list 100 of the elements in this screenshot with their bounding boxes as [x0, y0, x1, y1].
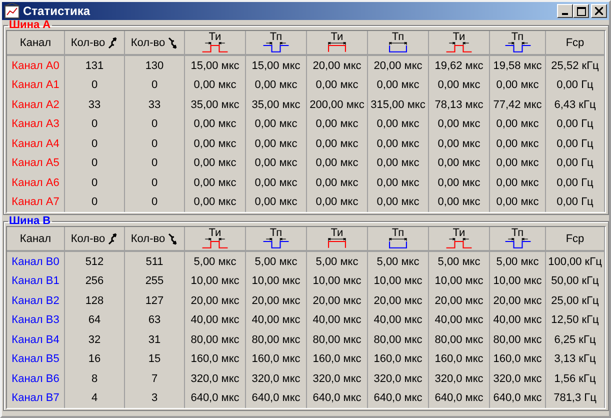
table-cell: 0,00 Гц: [546, 134, 605, 154]
table-cell: 0,00 мкс: [490, 134, 546, 154]
column-header[interactable]: Ти: [429, 31, 490, 56]
table-cell: 0,00 мкс: [246, 154, 307, 173]
table-cell: 0,00 мкс: [185, 114, 246, 134]
channel-name: Канал А0: [7, 56, 65, 76]
column-header[interactable]: Кол-во: [125, 31, 185, 56]
table-cell: 3,13 кГц: [546, 350, 605, 369]
table-cell: 10,00 мкс: [490, 272, 546, 291]
column-header[interactable]: Кол-во: [125, 227, 185, 252]
table-cell: 127: [125, 291, 185, 310]
table-cell: 20,00 мкс: [307, 56, 368, 76]
table-cell: 80,00 мкс: [368, 330, 429, 350]
table-cell: 15,00 мкс: [246, 56, 307, 76]
table-cell: 0,00 мкс: [429, 134, 490, 154]
column-header[interactable]: Ти: [307, 227, 368, 252]
table-cell: 0: [65, 134, 125, 154]
table-cell: 40,00 мкс: [246, 310, 307, 330]
column-header[interactable]: Ти: [185, 31, 246, 56]
table-cell: 640,0 мкс: [429, 388, 490, 408]
table-cell: 5,00 мкс: [429, 252, 490, 272]
table-cell: 320,0 мкс: [368, 369, 429, 388]
table-cell: 0,00 мкс: [307, 154, 368, 173]
table-cell: 35,00 мкс: [246, 95, 307, 114]
table-cell: 0,00 мкс: [246, 173, 307, 192]
table-cell: 35,00 мкс: [185, 95, 246, 114]
table-cell: 320,0 мкс: [307, 369, 368, 388]
table-cell: 320,0 мкс: [185, 369, 246, 388]
table-cell: 5,00 мкс: [368, 252, 429, 272]
table-cell: 20,00 мкс: [368, 291, 429, 310]
table-cell: 40,00 мкс: [429, 310, 490, 330]
chart-icon: [4, 3, 20, 19]
column-header[interactable]: Тп: [490, 31, 546, 56]
column-header[interactable]: Канал: [7, 31, 65, 56]
channel-name: Канал В6: [7, 369, 65, 388]
column-header[interactable]: Ти: [429, 227, 490, 252]
table-cell: 10,00 мкс: [429, 272, 490, 291]
channel-name: Канал А3: [7, 114, 65, 134]
table-cell: 0,00 мкс: [429, 154, 490, 173]
channel-name: Канал В5: [7, 350, 65, 369]
table-cell: 0,00 мкс: [429, 173, 490, 192]
table-cell: 0: [65, 192, 125, 212]
table-cell: 20,00 мкс: [307, 291, 368, 310]
table-cell: 640,0 мкс: [490, 388, 546, 408]
channel-name: Канал В7: [7, 388, 65, 408]
table-cell: 0: [65, 173, 125, 192]
table-cell: 640,0 мкс: [185, 388, 246, 408]
column-header[interactable]: Тп: [490, 227, 546, 252]
table-cell: 50,00 кГц: [546, 272, 605, 291]
table-cell: 0,00 мкс: [429, 114, 490, 134]
column-header[interactable]: Ти: [307, 31, 368, 56]
table-cell: 8: [65, 369, 125, 388]
column-header[interactable]: Канал: [7, 227, 65, 252]
column-header[interactable]: Тп: [368, 31, 429, 56]
group-title: Шина А: [8, 20, 52, 30]
column-header[interactable]: Кол-во: [65, 31, 125, 56]
table-cell: 0,00 мкс: [368, 192, 429, 212]
table-cell: 0,00 мкс: [307, 173, 368, 192]
table-cell: 0,00 Гц: [546, 173, 605, 192]
table-cell: 33: [65, 95, 125, 114]
table-cell: 0,00 мкс: [368, 154, 429, 173]
table-cell: 0: [125, 192, 185, 212]
minimize-button[interactable]: [557, 4, 573, 18]
close-icon: [595, 7, 603, 15]
rising-edge-icon: [108, 36, 118, 48]
column-header[interactable]: Тп: [368, 227, 429, 252]
table-cell: 40,00 мкс: [368, 310, 429, 330]
table-cell: 255: [125, 272, 185, 291]
column-header[interactable]: Fср: [546, 227, 605, 252]
table-cell: 0,00 мкс: [490, 192, 546, 212]
group-title: Шина В: [8, 216, 52, 226]
table-cell: 0,00 мкс: [185, 76, 246, 95]
column-header[interactable]: Кол-во: [65, 227, 125, 252]
column-header[interactable]: Тп: [246, 31, 307, 56]
table-cell: 130: [125, 56, 185, 76]
table-cell: 131: [65, 56, 125, 76]
table-cell: 80,00 мкс: [429, 330, 490, 350]
table-cell: 0,00 мкс: [185, 192, 246, 212]
table-cell: 320,0 мкс: [429, 369, 490, 388]
close-button[interactable]: [591, 4, 607, 18]
column-header[interactable]: Тп: [246, 227, 307, 252]
table-cell: 160,0 мкс: [490, 350, 546, 369]
table-cell: 320,0 мкс: [490, 369, 546, 388]
table-cell: 0,00 мкс: [368, 76, 429, 95]
column-header[interactable]: Fср: [546, 31, 605, 56]
maximize-button[interactable]: [573, 4, 589, 18]
table-cell: 6,43 кГц: [546, 95, 605, 114]
column-header[interactable]: Ти: [185, 227, 246, 252]
table-cell: 3: [125, 388, 185, 408]
rising-edge-icon: [108, 232, 118, 244]
channel-name: Канал А6: [7, 173, 65, 192]
table-cell: 640,0 мкс: [307, 388, 368, 408]
channel-name: Канал В3: [7, 310, 65, 330]
table-cell: 0,00 мкс: [368, 114, 429, 134]
table-cell: 0: [125, 114, 185, 134]
table-cell: 7: [125, 369, 185, 388]
table-cell: 0,00 мкс: [368, 173, 429, 192]
table-cell: 0,00 мкс: [490, 154, 546, 173]
table-cell: 10,00 мкс: [185, 272, 246, 291]
falling-edge-icon: [168, 36, 178, 48]
